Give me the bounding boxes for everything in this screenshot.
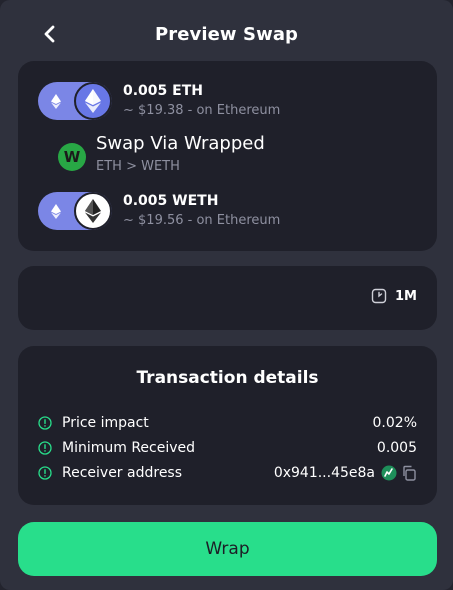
- detail-value: 0.02%: [372, 415, 417, 431]
- detail-value: 0.005: [376, 440, 417, 456]
- copy-icon[interactable]: [401, 465, 417, 481]
- from-token-pill: [38, 82, 112, 120]
- explorer-icon[interactable]: [381, 465, 397, 481]
- info-circle-icon[interactable]: [38, 416, 52, 430]
- detail-label: Receiver address: [62, 465, 183, 481]
- page-title: Preview Swap: [154, 23, 299, 45]
- wrap-button[interactable]: Wrap: [18, 522, 437, 576]
- swap-via-row: W Swap Via Wrapped ETH > WETH: [58, 133, 265, 176]
- swap-via-title: Swap Via Wrapped: [96, 133, 265, 154]
- eth-token-icon: [74, 82, 112, 120]
- to-token-subtitle: ~ $19.56 - on Ethereum: [123, 213, 281, 228]
- detail-row-price-impact: Price impact 0.02%: [38, 413, 417, 433]
- info-circle-icon[interactable]: [38, 466, 52, 480]
- ethereum-chain-icon: [51, 204, 61, 219]
- from-token-amount: 0.005 ETH: [123, 83, 203, 99]
- to-token-amount: 0.005 WETH: [123, 193, 219, 209]
- estimated-time-card: 1M: [18, 266, 437, 330]
- from-token-row: 0.005 ETH ~ $19.38 - on Ethereum: [38, 81, 280, 121]
- preview-swap-panel: Preview Swap 0.005 ETH ~ $19.38 - on Eth…: [0, 0, 453, 590]
- to-token-pill: [38, 192, 112, 230]
- chevron-left-icon: [44, 25, 55, 43]
- detail-row-receiver-address: Receiver address 0x941...45e8a: [38, 463, 417, 483]
- transaction-details-title: Transaction details: [136, 368, 319, 388]
- receiver-address-value: 0x941...45e8a: [273, 465, 375, 481]
- swap-summary-card: 0.005 ETH ~ $19.38 - on Ethereum W Swap …: [18, 61, 437, 251]
- swap-via-path: ETH > WETH: [96, 159, 180, 174]
- info-circle-icon[interactable]: [38, 441, 52, 455]
- back-button[interactable]: [36, 20, 64, 48]
- from-token-subtitle: ~ $19.38 - on Ethereum: [123, 103, 281, 118]
- wrapped-badge-icon: W: [58, 143, 86, 171]
- estimated-time-value: 1M: [395, 288, 417, 304]
- detail-label: Price impact: [62, 415, 149, 431]
- to-token-row: 0.005 WETH ~ $19.56 - on Ethereum: [38, 191, 280, 231]
- ethereum-chain-icon: [51, 94, 61, 109]
- clock-icon: [371, 288, 387, 304]
- transaction-details-card: Transaction details Price impact 0.02% M…: [18, 346, 437, 505]
- header: Preview Swap: [0, 14, 453, 54]
- weth-token-icon: [74, 192, 112, 230]
- detail-row-minimum-received: Minimum Received 0.005: [38, 438, 417, 458]
- detail-label: Minimum Received: [62, 440, 196, 456]
- estimated-time: 1M: [371, 288, 417, 304]
